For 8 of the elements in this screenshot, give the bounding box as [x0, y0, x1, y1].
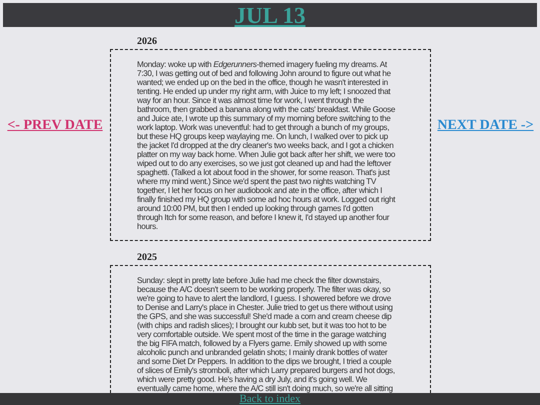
- next-date-link[interactable]: NEXT DATE ->: [437, 119, 534, 133]
- year-heading: 2025: [137, 252, 157, 264]
- journal-entry-text: Monday: woke up with Edgerunners-themed imagery fueling my dreams. At 7:30, I was getting out of bed and following John around to figure out what he wanted; we ended up on the bed in the office, though he wasn't interested in tenting. He ended up under my right arm, with Juice to my left; I snoozed that way for an hour. Since it was almost time for work, I went through the bathroom, then grabbed a banana along with the cats' breakfast. While Goose and Juice ate, I wrote up this summary of my morning before switching to the work laptop. Work was uneventful: had to get through a bunch of my groups, but these HQ groups keep waylaying me. On lunch, I walked over to pick up the jacket I'd dropped at the dry cleaner's two weeks back, and I got a chicken platter on my way back home. When Julie got back after her shift, we were too wiped out to do any exercises, so we just got cleaned up and had the leftover spaghetti. (Talked a lot about food in the shower, for some reason. That's just where my mind went.) Since we'd spent the past two nights watching TV together, I let her focus on her audiobook and ate in the office, after which I finally finished my HQ group with some ad hoc hours at work. Logged out right around 10:00 PM, but then I ended up looking through games I'd gotten through Itch for some reason, and before I knew it, I'd stayed up another four hours.: [137, 60, 396, 231]
- back-to-index-link[interactable]: Back to index: [239, 394, 301, 404]
- year-heading: 2026: [137, 36, 157, 48]
- journal-entry-text: Sunday: slept in pretty late before Julie had me check the filter downstairs, because the A/C doesn't seem to be working properly. The filter was okay, so we're going to have to alert the landlord, I guess. I showered before we drove to Denise and Larry's place in Chester. Julie tried to get us there without using the GPS, and she was successful! She'd made a corn and cream cheese dip (with chips and radish slices); I brought our kubb set, but it was too hot to be very comfortable outside. We spent most of the time in the garage watching the big FIFA match, followed by a Flyers game. Emily showed up with some alcoholic punch and unbranded gelatin shots; I mainly drank bottles of water and some Diet Dr Peppers. In addition to the dips we brought, I tried a couple of slices of Emily's stromboli, after which Larry prepared burgers and hot dogs, which were pretty good. He's having a dry July, and it's going well. We eventually came home, where the A/C still isn't doing much, so we're all sitting: [137, 276, 396, 393]
- prev-date-link[interactable]: <- PREV DATE: [7, 119, 103, 133]
- date-title[interactable]: JUL 13: [234, 4, 306, 26]
